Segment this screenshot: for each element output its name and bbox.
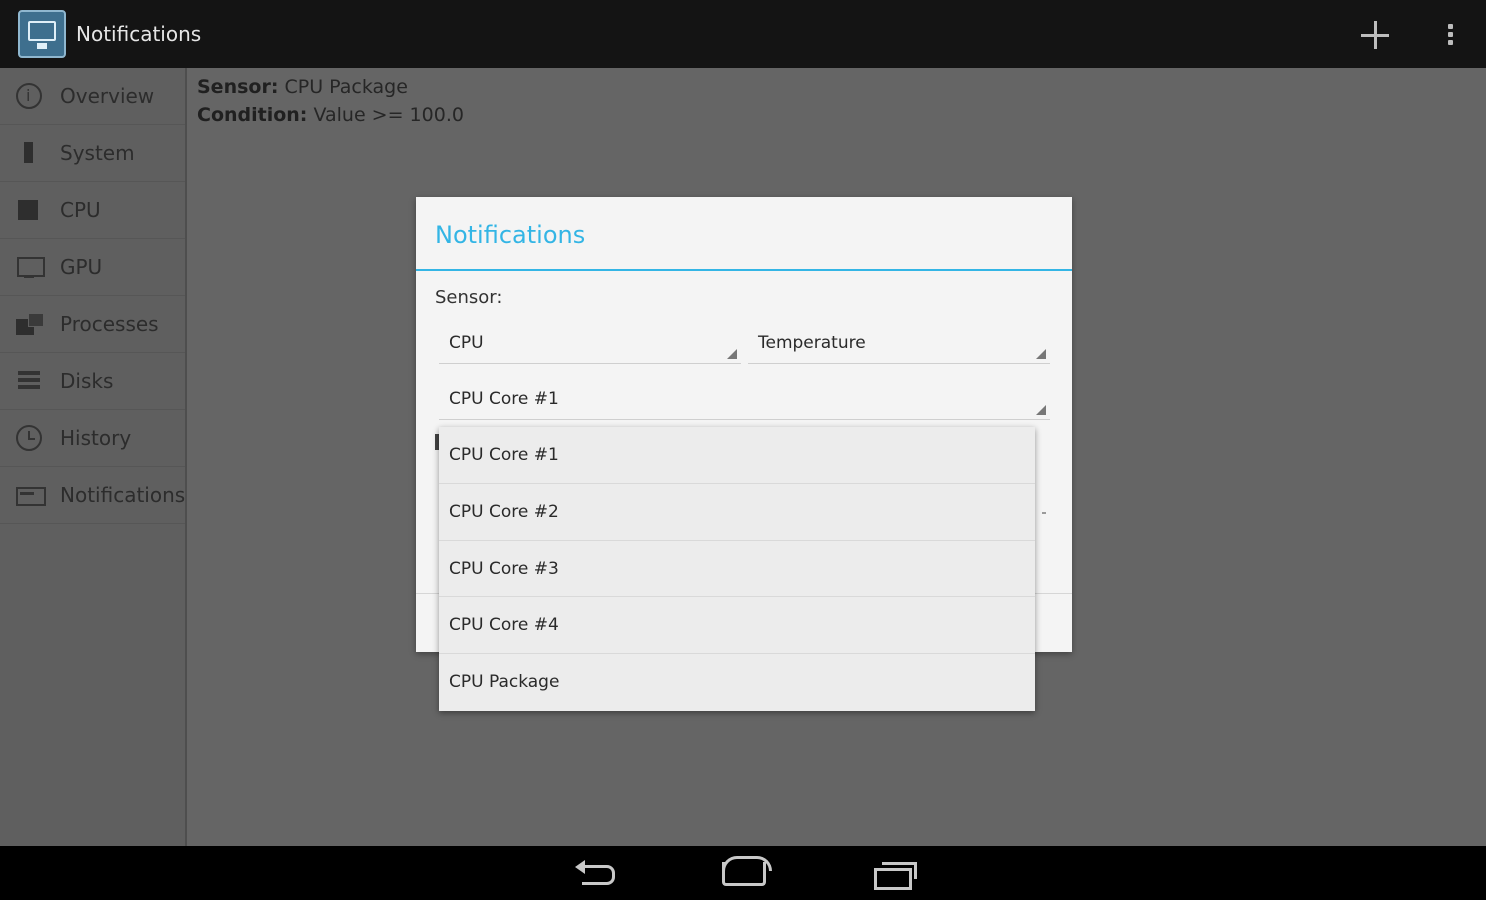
notification-condition-line[interactable]: Condition: Value >= 100.0 bbox=[197, 104, 464, 126]
processes-icon bbox=[16, 311, 44, 337]
dropdown-option-label: CPU Core #3 bbox=[449, 558, 559, 579]
notification-sensor-line[interactable]: Sensor: CPU Package bbox=[197, 76, 408, 98]
condition-value: Value >= 100.0 bbox=[307, 104, 464, 126]
app-icon-screen bbox=[28, 21, 56, 41]
sensor-key: Sensor: bbox=[197, 76, 279, 98]
system-icon bbox=[16, 140, 42, 166]
category-spinner[interactable]: CPU bbox=[439, 324, 741, 364]
sidebar-item-label: System bbox=[60, 141, 135, 165]
action-bar: Notifications bbox=[0, 0, 1486, 68]
sidebar-item-label: History bbox=[60, 426, 132, 450]
condition-key: Condition: bbox=[197, 104, 308, 126]
page-title: Notifications bbox=[76, 22, 202, 46]
dropdown-option-label: CPU Core #2 bbox=[449, 501, 559, 522]
sensor-spinner-value: CPU Core #1 bbox=[449, 389, 559, 409]
obscured-spinner-fragment bbox=[1042, 512, 1046, 514]
sidebar-item-processes[interactable]: Processes bbox=[0, 296, 185, 353]
category-spinner-value: CPU bbox=[449, 333, 484, 353]
home-icon[interactable] bbox=[722, 856, 772, 886]
dialog-title-divider bbox=[416, 269, 1072, 271]
sensor-value: CPU Package bbox=[278, 76, 408, 98]
disks-icon bbox=[16, 368, 42, 394]
dropdown-option[interactable]: CPU Core #2 bbox=[439, 484, 1035, 541]
cpu-icon bbox=[16, 197, 42, 223]
spinner-arrow-icon bbox=[727, 349, 737, 359]
sidebar-item-label: Overview bbox=[60, 84, 155, 108]
clock-icon bbox=[16, 425, 42, 451]
spinner-arrow-icon bbox=[1036, 349, 1046, 359]
sidebar-item-notifications[interactable]: Notifications bbox=[0, 467, 185, 524]
dropdown-option[interactable]: CPU Core #4 bbox=[439, 597, 1035, 655]
dropdown-option-label: CPU Core #1 bbox=[449, 445, 559, 465]
sidebar-item-system[interactable]: System bbox=[0, 125, 185, 182]
recents-icon[interactable] bbox=[872, 860, 917, 890]
dropdown-option[interactable]: CPU Core #1 bbox=[439, 427, 1035, 484]
type-spinner-value: Temperature bbox=[758, 333, 866, 353]
monitor-app-icon[interactable] bbox=[18, 10, 66, 58]
dialog-title: Notifications bbox=[435, 221, 586, 249]
sensor-dropdown-list: CPU Core #1 CPU Core #2 CPU Core #3 CPU … bbox=[439, 427, 1035, 711]
app-icon-stand bbox=[37, 43, 47, 49]
sensor-spinner[interactable]: CPU Core #1 bbox=[439, 380, 1050, 420]
sidebar-item-history[interactable]: History bbox=[0, 410, 185, 467]
sidebar-item-label: CPU bbox=[60, 198, 101, 222]
monitor-icon bbox=[16, 254, 45, 280]
sidebar-item-label: Disks bbox=[60, 369, 114, 393]
sidebar-item-overview[interactable]: Overview bbox=[0, 68, 185, 125]
type-spinner[interactable]: Temperature bbox=[748, 324, 1050, 364]
sidebar: Overview System CPU GPU Processes Disks … bbox=[0, 68, 187, 846]
dropdown-option[interactable]: CPU Package bbox=[439, 654, 1035, 711]
dropdown-option-label: CPU Core #4 bbox=[449, 615, 559, 636]
dropdown-option-label: CPU Package bbox=[449, 672, 560, 693]
info-icon bbox=[16, 83, 42, 109]
notification-icon bbox=[16, 482, 46, 508]
sidebar-item-disks[interactable]: Disks bbox=[0, 353, 185, 410]
sidebar-item-gpu[interactable]: GPU bbox=[0, 239, 185, 296]
plus-icon[interactable] bbox=[1360, 20, 1390, 50]
overflow-menu-icon[interactable] bbox=[1444, 22, 1456, 48]
sidebar-item-cpu[interactable]: CPU bbox=[0, 182, 185, 239]
dropdown-option[interactable]: CPU Core #3 bbox=[439, 541, 1035, 598]
sidebar-item-label: Processes bbox=[60, 312, 159, 336]
system-navigation-bar bbox=[0, 846, 1486, 900]
sidebar-item-label: GPU bbox=[60, 255, 103, 279]
spinner-arrow-icon bbox=[1036, 405, 1046, 415]
sensor-label: Sensor: bbox=[435, 287, 503, 308]
back-icon[interactable] bbox=[574, 860, 618, 886]
sidebar-item-label: Notifications bbox=[60, 483, 186, 507]
